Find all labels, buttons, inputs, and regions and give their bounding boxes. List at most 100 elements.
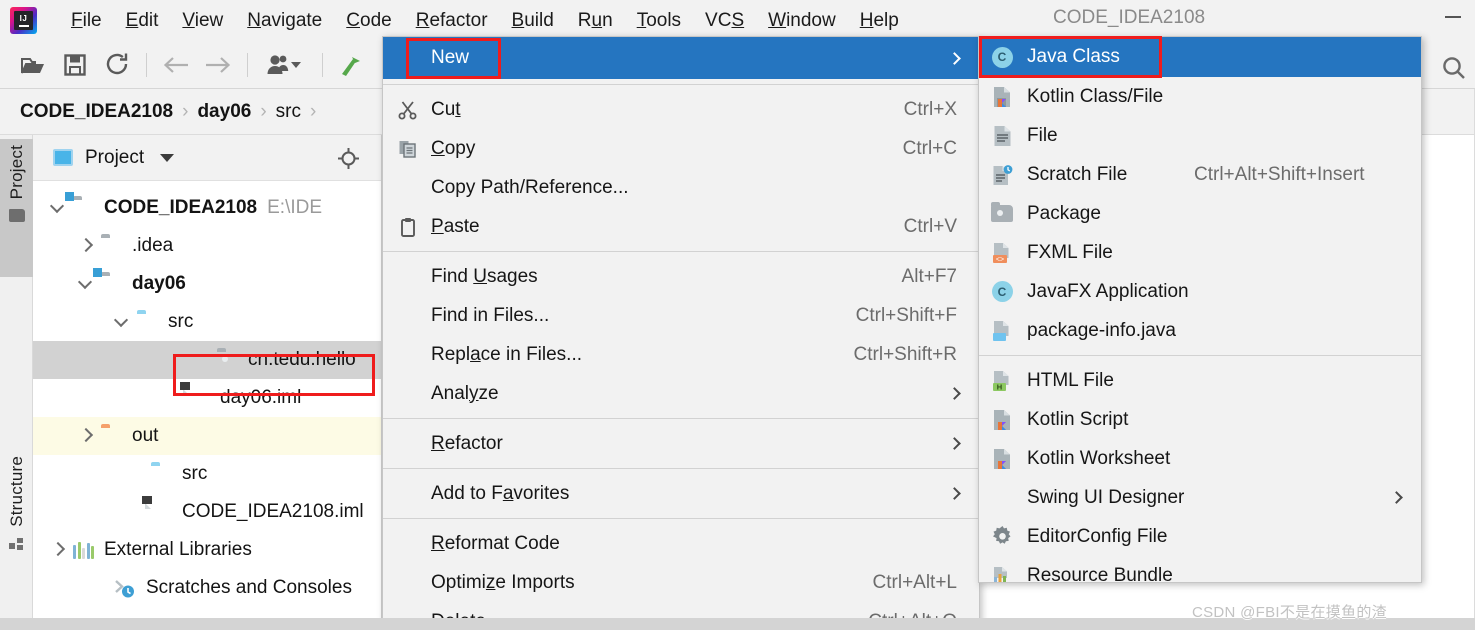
inspect-icon[interactable]: [331, 48, 373, 82]
menu-separator: [383, 418, 979, 419]
menu-item-label: Copy: [431, 137, 476, 159]
breadcrumb-separator-1: ›: [260, 100, 267, 122]
tool-tab-structure[interactable]: Structure: [0, 450, 33, 580]
chevron-right-icon: [948, 487, 961, 500]
submenu-item-html-file[interactable]: H HTML File: [979, 361, 1421, 400]
project-tool-window: Project CODE_IDEA2108 E:\IDE .idea day06…: [33, 135, 382, 630]
menu-view[interactable]: View: [170, 10, 235, 32]
menu-separator: [383, 518, 979, 519]
menu-item-find-usages[interactable]: Find Usages Alt+F7: [383, 257, 979, 296]
kotlin-script-icon: [989, 409, 1015, 431]
expand-arrow-icon[interactable]: [79, 239, 93, 253]
menu-item-refactor[interactable]: Refactor: [383, 424, 979, 463]
expand-arrow-icon[interactable]: [115, 315, 129, 329]
module-folder-icon: [93, 267, 123, 294]
menu-vcs[interactable]: VCS: [693, 10, 756, 32]
chevron-down-icon[interactable]: [160, 153, 175, 162]
tree-row-external-libraries[interactable]: External Libraries: [33, 531, 381, 569]
submenu-item-file[interactable]: File: [979, 116, 1421, 155]
menu-tools[interactable]: Tools: [625, 10, 693, 32]
submenu-item-resource-bundle[interactable]: Resource Bundle: [979, 556, 1421, 582]
submenu-item-package-info-java[interactable]: package-info.java: [979, 311, 1421, 350]
vcs-user-icon[interactable]: [256, 48, 314, 82]
submenu-item-scratch-file[interactable]: Scratch File Ctrl+Alt+Shift+Insert: [979, 155, 1421, 194]
breadcrumb-item-1[interactable]: day06: [197, 101, 251, 123]
save-all-icon[interactable]: [54, 48, 96, 82]
tree-label: src: [168, 311, 194, 332]
expand-arrow-icon[interactable]: [51, 543, 65, 557]
menu-help[interactable]: Help: [848, 10, 911, 32]
menu-run[interactable]: Run: [566, 10, 625, 32]
submenu-item-editorconfig-file[interactable]: EditorConfig File: [979, 517, 1421, 556]
tree-row-out[interactable]: out: [33, 417, 381, 455]
menu-edit[interactable]: Edit: [114, 10, 171, 32]
menu-item-new[interactable]: New: [383, 37, 979, 79]
menu-code[interactable]: Code: [334, 10, 403, 32]
menu-file[interactable]: File: [59, 10, 114, 32]
menu-window[interactable]: Window: [756, 10, 848, 32]
menu-refactor[interactable]: Refactor: [404, 10, 500, 32]
tree-row-scratches-and-consoles[interactable]: Scratches and Consoles: [33, 569, 381, 607]
menu-item-find-in-files[interactable]: Find in Files... Ctrl+Shift+F: [383, 296, 979, 335]
sync-icon[interactable]: [96, 48, 138, 82]
submenu-item-kotlin-script[interactable]: Kotlin Script: [979, 400, 1421, 439]
menu-navigate[interactable]: Navigate: [235, 10, 334, 32]
submenu-item-java-class[interactable]: C Java Class: [979, 37, 1421, 77]
open-project-icon[interactable]: [12, 48, 54, 82]
tree-label: src: [182, 463, 208, 484]
tree-row-code-idea2108[interactable]: CODE_IDEA2108 E:\IDE: [33, 189, 381, 227]
menu-item-accel: Alt+F7: [901, 265, 957, 287]
source-folder-icon: [151, 465, 173, 484]
minimize-button[interactable]: [1445, 16, 1461, 18]
expand-arrow-icon[interactable]: [51, 201, 65, 215]
submenu-item-kotlin-class-file[interactable]: Kotlin Class/File: [979, 77, 1421, 116]
menu-item-reformat-code[interactable]: Reformat Code: [383, 524, 979, 563]
menu-item-label: Reformat Code: [431, 532, 560, 554]
menu-code-rest: ode: [360, 9, 392, 31]
breadcrumb-separator-0: ›: [182, 100, 189, 122]
search-icon[interactable]: [1441, 55, 1467, 81]
menu-item-analyze[interactable]: Analyze: [383, 374, 979, 413]
locate-target-icon[interactable]: [338, 148, 359, 169]
breadcrumb-item-2[interactable]: src: [276, 101, 301, 123]
submenu-item-fxml-file[interactable]: <> FXML File: [979, 233, 1421, 272]
submenu-item-label: Java Class: [1027, 46, 1120, 67]
submenu-item-label: Kotlin Class/File: [1027, 85, 1164, 107]
library-icon: [73, 541, 95, 560]
forward-arrow-icon[interactable]: [197, 48, 239, 82]
expand-arrow-icon[interactable]: [79, 429, 93, 443]
tree-row-day06[interactable]: day06: [33, 265, 381, 303]
submenu-item-package[interactable]: Package: [979, 194, 1421, 233]
menu-item-paste[interactable]: Paste Ctrl+V: [383, 207, 979, 246]
toolbar-separator-1: [146, 52, 147, 77]
expand-arrow-icon[interactable]: [79, 277, 93, 291]
scissors-icon: [395, 100, 421, 120]
menu-window-rest: indow: [786, 9, 836, 31]
tree-row-code-idea2108-iml[interactable]: CODE_IDEA2108.iml: [33, 493, 381, 531]
menu-item-accel: Ctrl+X: [903, 98, 957, 120]
menu-item-copy-path-reference[interactable]: Copy Path/Reference...: [383, 168, 979, 207]
html-file-icon: H: [989, 370, 1015, 392]
menu-build[interactable]: Build: [500, 10, 566, 32]
menu-item-add-to-favorites[interactable]: Add to Favorites: [383, 474, 979, 513]
submenu-item-swing-ui-designer[interactable]: Swing UI Designer: [979, 478, 1421, 517]
tree-row-package-cn-tedu-hello[interactable]: cn.tedu.hello: [33, 341, 381, 379]
menu-view-rest: iew: [194, 9, 224, 31]
menu-separator: [383, 251, 979, 252]
tree-row-src[interactable]: src: [33, 303, 381, 341]
menu-item-replace-in-files[interactable]: Replace in Files... Ctrl+Shift+R: [383, 335, 979, 374]
menu-item-copy[interactable]: Copy Ctrl+C: [383, 129, 979, 168]
tree-row-idea[interactable]: .idea: [33, 227, 381, 265]
menu-item-cut[interactable]: Cut Ctrl+X: [383, 90, 979, 129]
tree-row-src-2[interactable]: src: [33, 455, 381, 493]
tree-row-day06-iml[interactable]: day06.iml: [33, 379, 381, 417]
submenu-item-kotlin-worksheet[interactable]: Kotlin Worksheet: [979, 439, 1421, 478]
submenu-item-accel: Ctrl+Alt+Shift+Insert: [1194, 163, 1365, 185]
left-tool-strip: Project Structure: [0, 135, 33, 630]
submenu-item-javafx-application[interactable]: C JavaFX Application: [979, 272, 1421, 311]
menu-item-optimize-imports[interactable]: Optimize Imports Ctrl+Alt+L: [383, 563, 979, 602]
tool-tab-project[interactable]: Project: [0, 139, 33, 277]
breadcrumb-item-0[interactable]: CODE_IDEA2108: [20, 101, 173, 123]
back-arrow-icon[interactable]: [155, 48, 197, 82]
submenu-item-label: Scratch File: [1027, 163, 1128, 185]
